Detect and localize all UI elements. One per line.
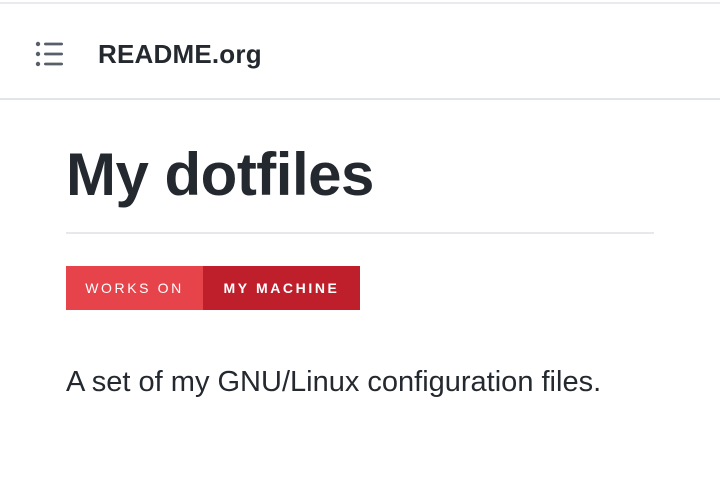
page-title: My dotfiles <box>66 141 374 208</box>
table-of-contents-button[interactable] <box>30 37 70 71</box>
title-divider <box>66 232 654 234</box>
works-on-my-machine-badge[interactable]: WORKS ON MY MACHINE <box>66 266 360 310</box>
badge-label-right: MY MACHINE <box>203 266 360 310</box>
description-text: A set of my GNU/Linux configuration file… <box>66 366 602 398</box>
file-name: README.org <box>98 39 262 69</box>
readme-page: README.org My dotfiles WORKS ON MY MACHI… <box>0 0 720 480</box>
badge-label-left: WORKS ON <box>66 266 203 310</box>
list-icon <box>35 41 63 67</box>
file-header: README.org <box>0 4 720 100</box>
